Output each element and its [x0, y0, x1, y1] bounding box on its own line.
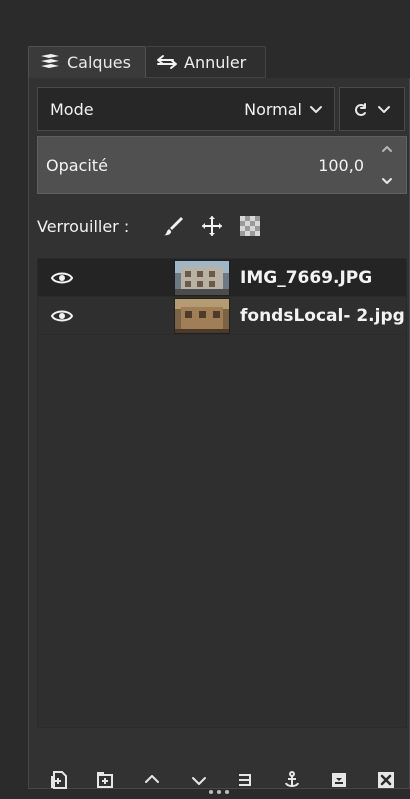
layers-icon	[39, 53, 61, 71]
raise-layer-icon	[144, 775, 159, 783]
merge-down-button[interactable]	[324, 765, 354, 795]
chevron-down-icon	[376, 101, 392, 117]
delete-layer-button[interactable]	[371, 765, 401, 795]
composite-mode-icon	[352, 101, 368, 117]
new-layer-group-button[interactable]	[90, 765, 120, 795]
mode-row: Mode Normal	[37, 87, 407, 131]
layer-thumbnail	[174, 297, 230, 334]
anchor-layer-button[interactable]	[277, 765, 307, 795]
opacity-value: 100,0	[318, 155, 364, 175]
lock-row: Verrouiller :	[37, 210, 407, 242]
layer-row[interactable]: fondsLocal- 2.jpg	[38, 297, 406, 335]
opacity-stepper[interactable]	[378, 140, 396, 190]
eye-icon[interactable]	[48, 264, 76, 292]
eye-icon[interactable]	[48, 302, 76, 330]
new-layer-group-icon	[96, 772, 113, 788]
alpha-checker-icon[interactable]	[239, 215, 261, 237]
tab-calques-label: Calques	[67, 52, 131, 72]
tab-annuler[interactable]: Annuler	[146, 46, 266, 78]
mode-select[interactable]: Mode Normal	[37, 87, 335, 131]
opacity-spinbox[interactable]: Opacité 100,0	[37, 136, 407, 194]
merge-down-icon	[332, 773, 347, 787]
layer-name: fondsLocal- 2.jpg	[240, 305, 405, 326]
chevron-down-icon	[308, 101, 324, 117]
tab-annuler-label: Annuler	[184, 52, 247, 72]
paintbrush-icon[interactable]	[163, 215, 185, 237]
duplicate-layer-button[interactable]	[230, 765, 260, 795]
tab-calques[interactable]: Calques	[28, 46, 146, 78]
chevron-up-icon	[382, 146, 392, 152]
opacity-label: Opacité	[46, 155, 108, 175]
mode-label: Mode	[50, 99, 94, 119]
gimp-layers-dock: Calques Annuler Mode Normal Opacité 100,…	[0, 0, 410, 799]
layer-row[interactable]: IMG_7669.JPG	[38, 259, 406, 297]
duplicate-layer-icon	[239, 774, 252, 786]
composite-mode-select[interactable]	[339, 87, 405, 131]
resize-grip[interactable]	[207, 789, 231, 795]
lower-layer-icon	[191, 777, 206, 785]
layer-name: IMG_7669.JPG	[240, 267, 373, 288]
delete-layer-icon	[377, 772, 394, 788]
layer-thumbnail	[174, 259, 230, 296]
mode-value: Normal	[244, 99, 302, 119]
new-layer-icon	[51, 771, 67, 789]
undo-icon	[156, 53, 178, 71]
layers-list[interactable]: IMG_7669.JPG fondsLocal- 2.jpg	[37, 258, 407, 728]
move-icon[interactable]	[201, 215, 223, 237]
raise-layer-button[interactable]	[137, 765, 167, 795]
anchor-layer-icon	[285, 771, 300, 787]
stepper-up-button[interactable]	[378, 140, 396, 158]
lock-label: Verrouiller :	[37, 216, 130, 236]
chevron-down-icon	[382, 178, 392, 184]
stepper-down-button[interactable]	[378, 172, 396, 190]
dock-tabbar: Calques Annuler	[28, 42, 410, 108]
layers-panel: Mode Normal Opacité 100,0 Verrouiller: …	[28, 78, 410, 789]
new-layer-button[interactable]	[43, 765, 73, 795]
